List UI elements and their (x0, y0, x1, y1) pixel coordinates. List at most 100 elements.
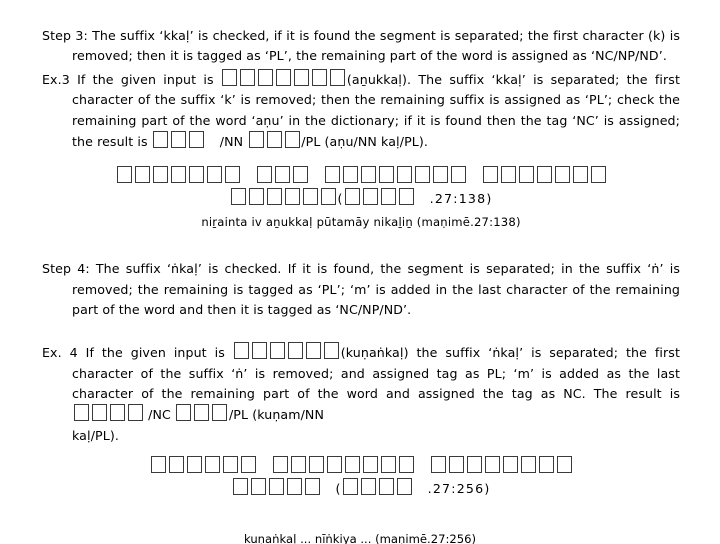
tamil-glyph-box (288, 342, 304, 360)
tamil-glyph-box (308, 456, 324, 474)
tamil-glyph-box (324, 166, 340, 184)
tamil-glyphs-anu (152, 130, 206, 149)
transliteration-1: niṟainta iv aṉukkaḷ pūtamāy nikaḻiṉ (maṇ… (201, 215, 521, 230)
tamil-glyph-box (127, 404, 143, 422)
tamil-glyph-group (230, 187, 338, 206)
step3-text: Step 3: The suffix ‘kkaḷ’ is checked, if… (42, 28, 680, 64)
example4-prefix: Ex. 4 If the given input is (42, 345, 233, 361)
tamil-glyph-group (115, 166, 241, 184)
example3-mid2: /NN (219, 133, 248, 149)
tamil-glyph-box (73, 404, 89, 422)
tamil-glyph-box (344, 456, 360, 474)
tamil-glyph-box (502, 456, 518, 474)
tamil-glyph-box (252, 342, 268, 360)
tamil-glyph-box (272, 456, 288, 474)
tamil-glyph-box (258, 68, 274, 86)
tamil-glyph-box (240, 68, 256, 86)
tamil-glyph-box (194, 404, 210, 422)
step3-paragraph: Step 3: The suffix ‘kkaḷ’ is checked, if… (42, 26, 680, 67)
tamil-glyph-box (398, 456, 414, 474)
example4-paragraph: Ex. 4 If the given input is (kuṇaṅkaḷ) t… (42, 342, 680, 446)
tamil-glyph-box (360, 166, 376, 184)
tamil-glyph-box (538, 456, 554, 474)
tamil-glyph-box (204, 456, 220, 474)
slide-content: Step 3: The suffix ‘kkaḷ’ is checked, if… (0, 0, 720, 540)
tamil-glyph-group (149, 456, 257, 474)
tamil-glyph-group-source-2 (342, 477, 414, 496)
tamil-quote-line-3 (42, 456, 680, 477)
tamil-glyph-box (343, 477, 359, 495)
step4-text: Step 4: The suffix ‘ṅkaḷ’ is checked. If… (42, 261, 680, 317)
tamil-glyph-group (429, 456, 573, 474)
tamil-glyph-box (267, 187, 283, 205)
example3-paragraph: Ex.3 If the given input is (aṉukkaḷ). Th… (42, 68, 680, 153)
tamil-glyph-box (269, 477, 285, 495)
tamil-glyph-box (206, 166, 222, 184)
tamil-glyph-group-source (344, 187, 416, 206)
step4-paragraph: Step 4: The suffix ‘ṅkaḷ’ is checked. If… (42, 259, 680, 320)
tamil-glyph-box (109, 404, 125, 422)
tamil-glyph-box (256, 166, 272, 184)
tamil-glyph-box (234, 342, 250, 360)
tamil-glyph-box (248, 130, 264, 148)
tamil-glyphs-kal (247, 130, 301, 149)
tamil-quote-line-2: ( .27:138) (42, 187, 680, 209)
tamil-glyph-box (292, 166, 308, 184)
tamil-glyph-group (481, 166, 607, 184)
tamil-glyph-group (255, 166, 309, 184)
tamil-glyph-box (170, 166, 186, 184)
tamil-glyph-box (572, 166, 588, 184)
tamil-glyph-box (189, 130, 205, 148)
tamil-glyph-box (432, 166, 448, 184)
tamil-glyph-box (414, 166, 430, 184)
tamil-quote-ref-1: .27:138) (429, 190, 493, 206)
tamil-glyph-box (233, 477, 249, 495)
tamil-glyph-box (305, 477, 321, 495)
tamil-quote-ref-2: .27:256) (427, 480, 491, 496)
tamil-glyph-box (500, 166, 516, 184)
tamil-glyph-box (430, 456, 446, 474)
tamil-glyph-box (590, 166, 606, 184)
tamil-glyph-box (381, 187, 397, 205)
tamil-glyph-box (379, 477, 395, 495)
tamil-glyph-box (188, 166, 204, 184)
tamil-glyph-box (556, 456, 572, 474)
example3-suffix: /PL (aṇu/NN kaḷ/PL). (301, 133, 429, 149)
tamil-glyph-box (361, 477, 377, 495)
tamil-glyph-box (251, 477, 267, 495)
tamil-glyph-box (321, 187, 337, 205)
tamil-glyph-box (554, 166, 570, 184)
tamil-glyph-box (380, 456, 396, 474)
tamil-glyphs-kunankal (233, 342, 341, 360)
tamil-glyph-box (330, 68, 346, 86)
tamil-glyph-group (271, 456, 415, 474)
tamil-glyph-box (249, 187, 265, 205)
tamil-glyph-box (484, 456, 500, 474)
tamil-glyph-box (153, 130, 169, 148)
tamil-glyph-box (466, 456, 482, 474)
tamil-glyph-box (324, 342, 340, 360)
paren-open: ( (337, 190, 344, 206)
tamil-glyph-box (270, 342, 286, 360)
tamil-glyph-box (222, 456, 238, 474)
tamil-glyph-box (303, 187, 319, 205)
tamil-glyph-box (399, 187, 415, 205)
tamil-glyph-box (536, 166, 552, 184)
tamil-quote-line-1 (42, 166, 680, 187)
tamil-glyph-box (294, 68, 310, 86)
tamil-glyph-box (520, 456, 536, 474)
tamil-glyph-box (312, 68, 328, 86)
tamil-glyph-box (396, 166, 412, 184)
example4-mid2: /NC (144, 407, 175, 423)
tamil-glyph-box (518, 166, 534, 184)
tamil-glyph-box (285, 187, 301, 205)
tamil-glyph-box (342, 166, 358, 184)
tamil-glyph-box (397, 477, 413, 495)
tamil-glyph-box (274, 166, 290, 184)
example4-tail: kaḷ/PL). (72, 427, 119, 443)
tamil-quote-line-4: (.27:256) (42, 477, 680, 499)
tamil-glyphs-anukkal (221, 68, 347, 87)
tamil-glyph-box (222, 68, 238, 86)
tamil-glyph-box (276, 68, 292, 86)
tamil-glyph-box (378, 166, 394, 184)
